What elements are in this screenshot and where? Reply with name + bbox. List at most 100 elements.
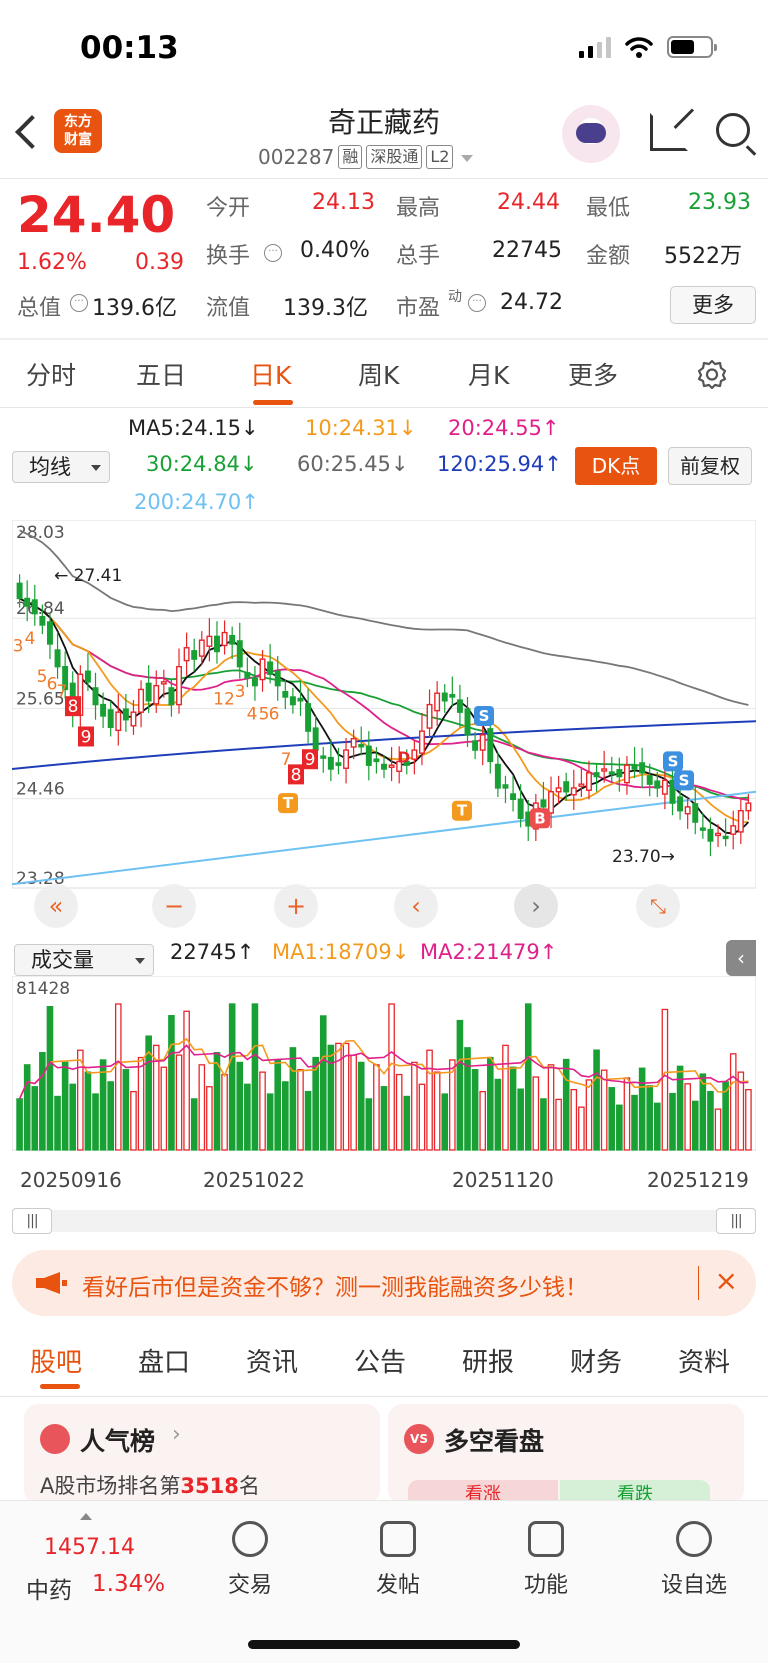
settings-gear-icon[interactable] [696, 358, 728, 390]
kline-chart[interactable]: 28.0326.8425.6524.4623.28← 27.4123.70→T T… [12, 520, 756, 938]
volume-bar [729, 1053, 737, 1151]
tab-forum[interactable]: 股吧 [30, 1342, 82, 1379]
volume-bar [236, 1061, 244, 1151]
chevron-up-icon[interactable] [80, 1507, 92, 1520]
post-tab[interactable]: 发帖 [348, 1521, 448, 1599]
tab-order-book[interactable]: 盘口 [138, 1342, 190, 1379]
info-icon[interactable]: ··· [468, 294, 486, 312]
volume-bar [190, 1098, 198, 1151]
stock-code: 002287 [258, 145, 335, 169]
tab-monthly-k[interactable]: 月K [468, 356, 509, 392]
td-count: 12 [213, 690, 235, 710]
signal-marker-label: S [668, 752, 679, 770]
grid-icon [528, 1521, 564, 1557]
candle-body [153, 684, 160, 705]
candle-body [214, 635, 220, 653]
td-count: 3 [13, 637, 24, 657]
share-icon[interactable] [650, 113, 688, 151]
assistant-avatar[interactable] [562, 105, 620, 163]
info-icon[interactable]: ··· [70, 294, 88, 312]
sector-change[interactable]: 1.34% [92, 1571, 165, 1597]
ma200-line [12, 790, 756, 886]
candle-body [327, 756, 334, 770]
candle-body [388, 764, 395, 768]
tab-five-day[interactable]: 五日 [136, 356, 186, 392]
volume-select[interactable]: 成交量 [14, 944, 154, 976]
volume-bar [319, 1015, 327, 1151]
candle-body [646, 775, 653, 785]
range-scrollbar[interactable] [12, 1210, 756, 1232]
reset-zoom-icon[interactable]: ⤡ [636, 884, 680, 928]
high-price-label: ← 27.41 [54, 566, 122, 586]
tab-profile[interactable]: 资料 [678, 1342, 730, 1379]
tab-more[interactable]: 更多 [568, 356, 618, 392]
date-label-2: 20251022 [203, 1168, 305, 1192]
sector-name[interactable]: 中药 [26, 1571, 72, 1605]
candle-body [343, 749, 350, 769]
candle-body [540, 799, 547, 808]
status-time: 00:13 [80, 30, 179, 66]
scroll-left-icon[interactable]: ‹ [394, 884, 438, 928]
candle-body [472, 740, 479, 751]
add-watchlist-tab[interactable]: 设自选 [644, 1521, 744, 1599]
adjust-button[interactable]: 前复权 [668, 447, 752, 485]
range-handle-right[interactable]: ||| [716, 1208, 756, 1234]
stock-code-row[interactable]: 002287 融 深股通 L2 [258, 145, 474, 169]
candle-body [502, 784, 509, 789]
zoom-in-icon[interactable]: + [274, 884, 318, 928]
scroll-left-fast-icon[interactable]: « [34, 884, 78, 928]
ma-select[interactable]: 均线 [12, 451, 110, 483]
scroll-right-icon[interactable]: › [514, 884, 558, 928]
zoom-out-icon[interactable]: − [152, 884, 196, 928]
candle-body [100, 703, 107, 717]
add-watchlist-label: 设自选 [660, 1573, 727, 1598]
rank-prefix: A股市场排名第 [40, 1474, 181, 1498]
close-icon[interactable]: × [715, 1264, 738, 1297]
td-count: 4 [247, 705, 258, 725]
tab-financials[interactable]: 财务 [570, 1342, 622, 1379]
volume-bar [479, 1090, 487, 1151]
functions-tab[interactable]: 功能 [496, 1521, 596, 1599]
mktcap-value: 139.6亿 [92, 296, 177, 321]
tab-daily-k[interactable]: 日K [250, 356, 291, 392]
tab-intraday[interactable]: 分时 [26, 356, 76, 392]
collapse-panel-icon[interactable]: ‹ [726, 940, 756, 976]
candle-body [661, 779, 668, 795]
dk-point-button[interactable]: DK点 [575, 447, 657, 485]
td-count: 8 [68, 697, 79, 717]
trade-tab[interactable]: 交易 [200, 1521, 300, 1599]
candle-body [715, 832, 722, 837]
candle-body [92, 687, 99, 706]
bull-button[interactable]: 看涨 [408, 1480, 558, 1500]
candle-body [745, 802, 752, 812]
popularity-card[interactable]: 人气榜 › A股市场排名第3518名 [24, 1404, 380, 1504]
candle-body [350, 737, 357, 748]
tab-news[interactable]: 资讯 [246, 1342, 298, 1379]
volume-bar [99, 1059, 107, 1151]
candle-body [730, 825, 737, 835]
more-quote-button[interactable]: 更多 [670, 286, 756, 324]
bull-bear-card[interactable]: VS 多空看盘 看涨 看跌 [388, 1404, 744, 1504]
tab-weekly-k[interactable]: 周K [358, 356, 399, 392]
trade-label: 交易 [227, 1573, 272, 1598]
volume-bar [426, 1049, 433, 1151]
promo-banner[interactable]: 看好后市但是资金不够？测一测我能融资多少钱！ × [12, 1250, 756, 1316]
candle-body [221, 631, 228, 647]
yen-cycle-icon [232, 1521, 268, 1557]
volume-bar [373, 1064, 380, 1151]
tab-research[interactable]: 研报 [462, 1342, 514, 1379]
tab-announcements[interactable]: 公告 [354, 1342, 406, 1379]
volume-bar [281, 1081, 289, 1151]
volume-bar [297, 1069, 304, 1151]
candle-body [631, 764, 638, 770]
range-handle-left[interactable]: ||| [12, 1208, 52, 1234]
candle-body [479, 734, 486, 751]
candle-body [464, 708, 471, 736]
candle-body [654, 780, 661, 789]
sector-index-value[interactable]: 1457.14 [44, 1535, 135, 1560]
info-icon[interactable]: ··· [264, 244, 282, 262]
bear-button[interactable]: 看跌 [560, 1480, 710, 1500]
search-icon[interactable] [716, 113, 750, 147]
volume-bar [77, 1049, 84, 1151]
volume-bar [570, 1089, 578, 1151]
